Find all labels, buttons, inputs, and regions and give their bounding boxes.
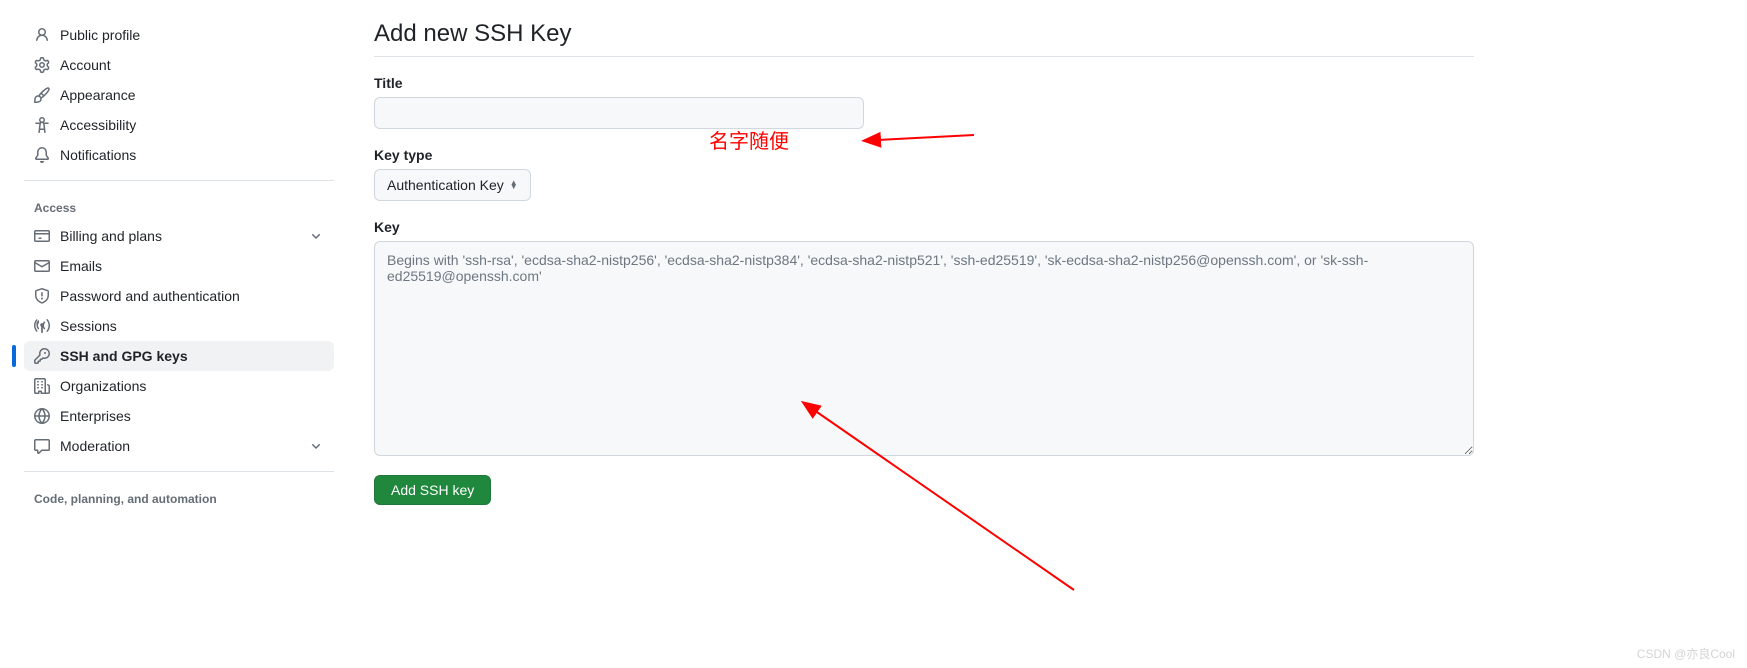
- form-group-title: Title: [374, 75, 1474, 129]
- key-textarea[interactable]: [374, 241, 1474, 456]
- gear-icon: [34, 57, 50, 73]
- key-icon: [34, 348, 50, 364]
- sidebar-item-organizations[interactable]: Organizations: [24, 371, 334, 401]
- broadcast-icon: [34, 318, 50, 334]
- key-type-value: Authentication Key: [387, 177, 504, 193]
- sidebar-item-label: Billing and plans: [60, 228, 162, 244]
- sidebar-item-billing[interactable]: Billing and plans: [24, 221, 334, 251]
- globe-icon: [34, 408, 50, 424]
- sidebar-item-label: Accessibility: [60, 117, 136, 133]
- sidebar-divider: [24, 180, 334, 181]
- person-icon: [34, 27, 50, 43]
- sidebar-item-label: SSH and GPG keys: [60, 348, 188, 364]
- sidebar-item-label: Password and authentication: [60, 288, 240, 304]
- sidebar-item-public-profile[interactable]: Public profile: [24, 20, 334, 50]
- sidebar-divider: [24, 471, 334, 472]
- sidebar-item-label: Moderation: [60, 438, 130, 454]
- title-input[interactable]: [374, 97, 864, 129]
- main-content: Add new SSH Key Title Key type Authentic…: [374, 20, 1474, 512]
- title-label: Title: [374, 75, 1474, 91]
- chevron-down-icon: [308, 438, 324, 454]
- key-type-select[interactable]: Authentication Key ▲▼: [374, 169, 531, 201]
- comment-icon: [34, 438, 50, 454]
- sidebar-item-appearance[interactable]: Appearance: [24, 80, 334, 110]
- sidebar-item-sessions[interactable]: Sessions: [24, 311, 334, 341]
- org-icon: [34, 378, 50, 394]
- sidebar-item-ssh-gpg-keys[interactable]: SSH and GPG keys: [24, 341, 334, 371]
- sidebar-item-label: Public profile: [60, 27, 140, 43]
- sidebar-item-label: Sessions: [60, 318, 117, 334]
- sidebar-item-label: Enterprises: [60, 408, 131, 424]
- settings-sidebar: Public profile Account Appearance Access…: [24, 20, 334, 512]
- accessibility-icon: [34, 117, 50, 133]
- select-arrows-icon: ▲▼: [510, 181, 518, 189]
- sidebar-item-notifications[interactable]: Notifications: [24, 140, 334, 170]
- sidebar-item-accessibility[interactable]: Accessibility: [24, 110, 334, 140]
- sidebar-item-enterprises[interactable]: Enterprises: [24, 401, 334, 431]
- mail-icon: [34, 258, 50, 274]
- sidebar-item-label: Emails: [60, 258, 102, 274]
- key-label: Key: [374, 219, 1474, 235]
- section-title-code: Code, planning, and automation: [24, 482, 334, 512]
- paintbrush-icon: [34, 87, 50, 103]
- sidebar-item-label: Account: [60, 57, 111, 73]
- sidebar-item-account[interactable]: Account: [24, 50, 334, 80]
- section-title-access: Access: [24, 191, 334, 221]
- sidebar-item-password-auth[interactable]: Password and authentication: [24, 281, 334, 311]
- page-title: Add new SSH Key: [374, 20, 1474, 57]
- chevron-down-icon: [308, 228, 324, 244]
- sidebar-item-emails[interactable]: Emails: [24, 251, 334, 281]
- sidebar-item-moderation[interactable]: Moderation: [24, 431, 334, 461]
- bell-icon: [34, 147, 50, 163]
- form-group-keytype: Key type Authentication Key ▲▼: [374, 147, 1474, 201]
- add-ssh-key-button[interactable]: Add SSH key: [374, 475, 491, 505]
- form-group-key: Key: [374, 219, 1474, 459]
- key-type-label: Key type: [374, 147, 1474, 163]
- watermark: CSDN @亦良Cool: [1637, 645, 1735, 662]
- sidebar-item-label: Organizations: [60, 378, 146, 394]
- shield-icon: [34, 288, 50, 304]
- sidebar-item-label: Notifications: [60, 147, 136, 163]
- sidebar-item-label: Appearance: [60, 87, 136, 103]
- card-icon: [34, 228, 50, 244]
